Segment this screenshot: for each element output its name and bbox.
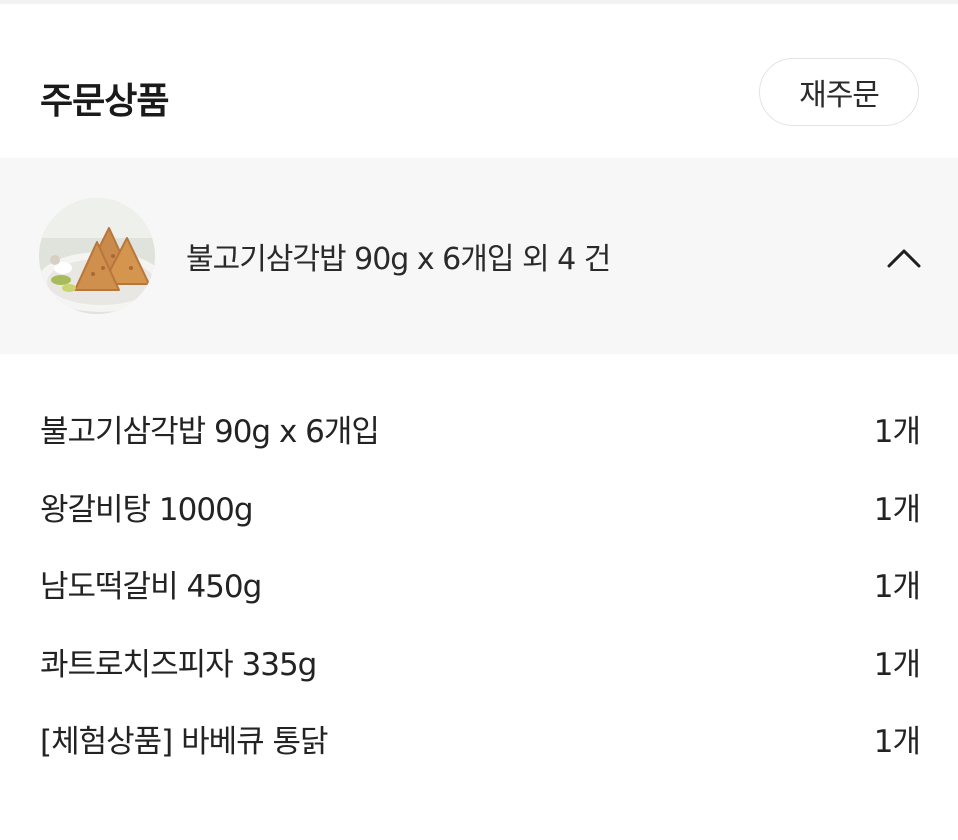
item-name: 콰트로치즈피자 335g: [40, 646, 317, 683]
order-summary[interactable]: 불고기삼각밥 90g x 6개입 외 4 건: [0, 158, 958, 354]
list-item: 왕갈비탕 1000g 1개: [0, 468, 958, 546]
item-quantity: 1개: [873, 414, 921, 450]
item-quantity: 1개: [873, 646, 921, 683]
summary-label: 불고기삼각밥 90g x 6개입 외 4 건: [186, 242, 611, 277]
order-item-list: 불고기삼각밥 90g x 6개입 1개 왕갈비탕 1000g 1개 남도떡갈비 …: [0, 390, 958, 778]
list-item: 콰트로치즈피자 335g 1개: [0, 623, 958, 701]
chevron-up-icon[interactable]: [880, 238, 928, 278]
list-item: [체험상품] 바베큐 통닭 1개: [0, 700, 958, 778]
order-items-header: 주문상품 재주문: [0, 0, 958, 158]
item-name: 불고기삼각밥 90g x 6개입: [40, 414, 380, 450]
list-item: 남도떡갈비 450g 1개: [0, 545, 958, 623]
item-name: [체험상품] 바베큐 통닭: [40, 724, 329, 760]
item-name: 남도떡갈비 450g: [40, 569, 262, 605]
rice-ball-image: [39, 198, 155, 314]
product-thumbnail: [39, 198, 155, 314]
list-item: 불고기삼각밥 90g x 6개입 1개: [0, 390, 958, 468]
item-name: 왕갈비탕 1000g: [40, 491, 254, 528]
section-title: 주문상품: [40, 81, 169, 122]
item-quantity: 1개: [873, 569, 921, 605]
reorder-button[interactable]: 재주문: [759, 58, 919, 126]
item-quantity: 1개: [873, 491, 921, 528]
item-quantity: 1개: [873, 724, 921, 760]
